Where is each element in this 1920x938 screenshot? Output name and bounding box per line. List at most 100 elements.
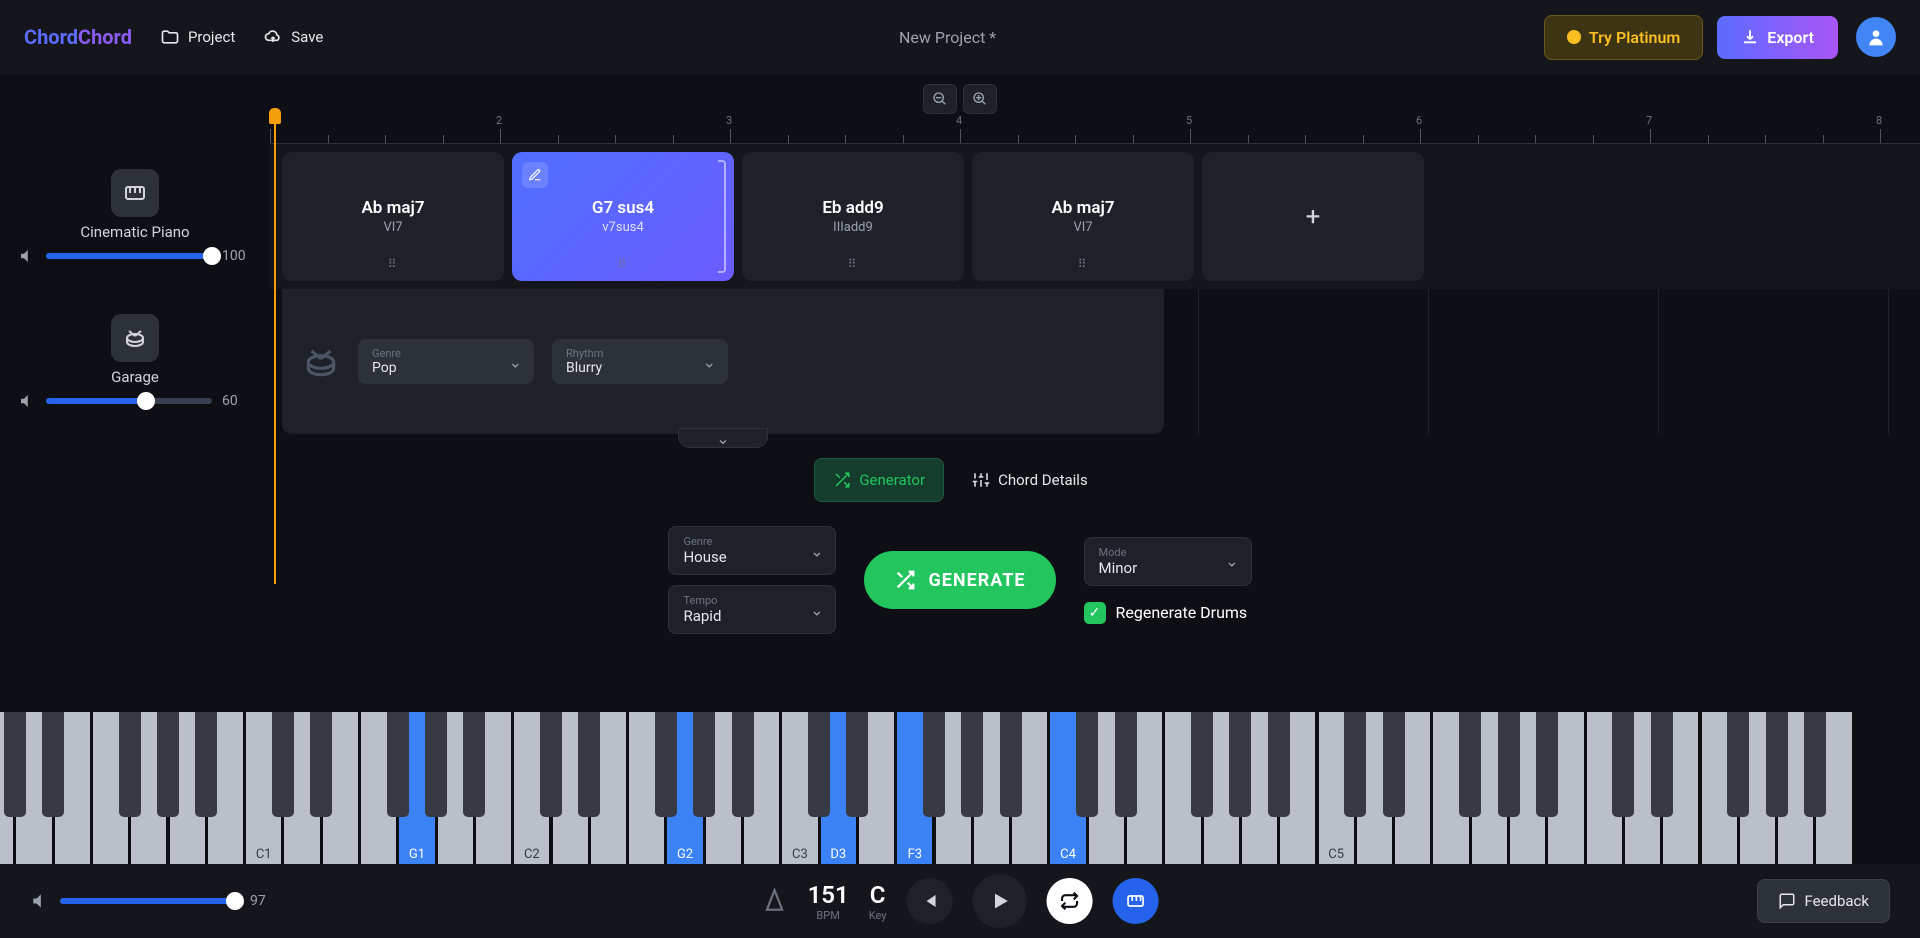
tab-chord-details[interactable]: Chord Details (954, 458, 1106, 502)
piano-track-icon[interactable] (111, 169, 159, 217)
drag-handle-icon[interactable]: ⠿ (848, 257, 859, 271)
zoom-in-button[interactable] (963, 84, 997, 114)
save-label: Save (291, 28, 323, 46)
black-key[interactable] (272, 712, 294, 817)
project-title: New Project * (351, 28, 1544, 47)
black-key[interactable] (961, 712, 983, 817)
chord-card[interactable]: Ab maj7VI7⠿ (282, 152, 504, 281)
drag-handle-icon[interactable]: ⠿ (388, 257, 399, 271)
drum-genre-select[interactable]: Genre Pop ⌄ (358, 339, 534, 384)
metronome-icon[interactable] (762, 888, 788, 914)
black-key[interactable] (119, 712, 141, 817)
black-key[interactable] (387, 712, 409, 817)
add-chord-button[interactable]: + (1202, 152, 1424, 281)
black-key[interactable] (4, 712, 26, 817)
regen-drums-checkbox[interactable]: ✓ (1084, 602, 1106, 624)
chord-roman: v7sus4 (602, 220, 644, 235)
chevron-down-icon: ⌄ (509, 352, 522, 371)
rewind-button[interactable] (906, 878, 952, 924)
black-key[interactable] (1651, 712, 1673, 817)
black-key[interactable] (1000, 712, 1022, 817)
black-key[interactable] (1498, 712, 1520, 817)
master-volume-value: 97 (250, 893, 280, 909)
edit-icon[interactable] (522, 162, 548, 188)
black-key[interactable] (1268, 712, 1290, 817)
drum-volume-slider[interactable] (46, 398, 212, 404)
chord-roman: IIIadd9 (833, 220, 873, 235)
black-key[interactable] (42, 712, 64, 817)
piano-volume-slider[interactable] (46, 253, 212, 259)
black-key[interactable] (1229, 712, 1251, 817)
shuffle-icon (894, 569, 916, 591)
regen-drums-label: Regenerate Drums (1116, 603, 1248, 622)
zoom-out-icon (932, 91, 948, 107)
tab-generator[interactable]: Generator (814, 458, 944, 502)
feedback-button[interactable]: Feedback (1757, 879, 1890, 923)
black-key[interactable] (693, 712, 715, 817)
black-key[interactable] (157, 712, 179, 817)
zoom-out-button[interactable] (923, 84, 957, 114)
gen-mode-select[interactable]: Mode Minor ⌄ (1084, 537, 1252, 586)
user-icon (1866, 27, 1886, 47)
black-key[interactable] (1191, 712, 1213, 817)
key-display[interactable]: CKey (869, 881, 887, 922)
try-platinum-button[interactable]: Try Platinum (1544, 15, 1703, 60)
save-button[interactable]: Save (263, 27, 323, 47)
black-key[interactable] (1536, 712, 1558, 817)
black-key[interactable] (846, 712, 868, 817)
black-key[interactable] (578, 712, 600, 817)
drag-handle-icon[interactable]: ⠿ (618, 257, 629, 271)
gen-genre-select[interactable]: Genre House ⌄ (668, 526, 836, 575)
black-key[interactable] (1459, 712, 1481, 817)
black-key[interactable] (195, 712, 217, 817)
black-key[interactable] (1727, 712, 1749, 817)
logo[interactable]: ChordChord (24, 25, 132, 49)
track-name-piano: Cinematic Piano (80, 223, 189, 241)
master-volume-slider[interactable] (60, 898, 240, 904)
drum-lane: Genre Pop ⌄ Rhythm Blurry ⌄ ⌄ (282, 289, 1164, 434)
generate-button[interactable]: GENERATE (864, 551, 1055, 609)
drum-volume-value: 60 (222, 393, 252, 409)
black-key[interactable] (1344, 712, 1366, 817)
gen-tempo-select[interactable]: Tempo Rapid ⌄ (668, 585, 836, 634)
expand-drum-tab[interactable]: ⌄ (678, 428, 768, 448)
bpm-display[interactable]: 151BPM (808, 881, 849, 922)
loop-button[interactable] (1046, 878, 1092, 924)
loop-icon (1059, 891, 1079, 911)
keyboard-toggle-button[interactable] (1112, 878, 1158, 924)
drum-rhythm-select[interactable]: Rhythm Blurry ⌄ (552, 339, 728, 384)
black-key[interactable] (425, 712, 447, 817)
playhead[interactable] (274, 114, 276, 584)
skip-back-icon (920, 892, 938, 910)
black-key[interactable] (923, 712, 945, 817)
cloud-save-icon (263, 27, 283, 47)
drum-track-icon[interactable] (111, 314, 159, 362)
chord-card[interactable]: Eb add9IIIadd9⠿ (742, 152, 964, 281)
volume-icon (18, 392, 36, 410)
black-key[interactable] (1076, 712, 1098, 817)
black-key[interactable] (1115, 712, 1137, 817)
drag-handle-icon[interactable]: ⠿ (1078, 257, 1089, 271)
export-button[interactable]: Export (1717, 16, 1838, 59)
chord-card[interactable]: Ab maj7VI7⠿ (972, 152, 1194, 281)
black-key[interactable] (1383, 712, 1405, 817)
chord-card[interactable]: G7 sus4v7sus4⠿ (512, 152, 734, 281)
black-key[interactable] (1766, 712, 1788, 817)
play-button[interactable] (972, 874, 1026, 928)
black-key[interactable] (540, 712, 562, 817)
black-key[interactable] (1612, 712, 1634, 817)
black-key[interactable] (463, 712, 485, 817)
black-key[interactable] (808, 712, 830, 817)
chevron-down-icon: ⌄ (810, 541, 823, 560)
piano-keyboard[interactable]: C1G1C2G2C3D3F3C4C5 (0, 712, 1920, 876)
folder-icon (160, 27, 180, 47)
timeline-ruler[interactable]: 2345678 (270, 114, 1920, 144)
user-avatar[interactable] (1856, 17, 1896, 57)
project-button[interactable]: Project (160, 27, 235, 47)
message-icon (1778, 892, 1796, 910)
black-key[interactable] (310, 712, 332, 817)
piano-icon (123, 181, 147, 205)
black-key[interactable] (1804, 712, 1826, 817)
black-key[interactable] (655, 712, 677, 817)
black-key[interactable] (732, 712, 754, 817)
